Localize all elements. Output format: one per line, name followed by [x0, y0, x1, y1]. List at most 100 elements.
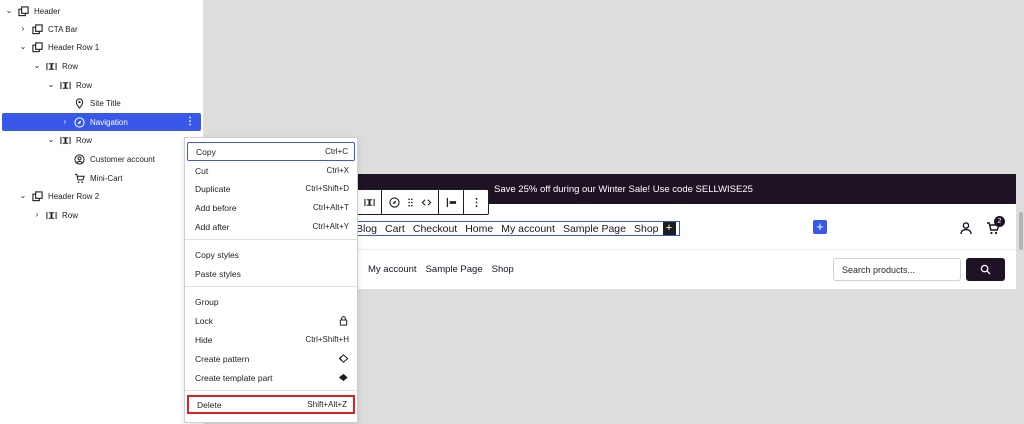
list-item-customer-account[interactable]: Customer account [2, 150, 201, 168]
chevron-down-icon[interactable]: ⌄ [18, 38, 28, 56]
search-button[interactable] [966, 258, 1005, 281]
block-toolbar [356, 189, 489, 215]
nav-link[interactable]: Home [465, 223, 493, 235]
navigation-block[interactable]: Blog Cart Checkout Home My account Sampl… [356, 221, 680, 236]
toolbar-group-block [382, 190, 439, 214]
menu-separator [185, 239, 357, 240]
chevron-down-icon[interactable]: ⌄ [46, 131, 56, 149]
secondary-navigation: My account Sample Page Shop [368, 264, 523, 275]
chevron-right-icon[interactable]: › [18, 20, 28, 38]
menu-item-label: Lock [195, 315, 213, 326]
toolbar-group-justify [439, 190, 464, 214]
symbol-icon [337, 353, 349, 365]
menu-item-label: Cut [195, 165, 209, 176]
list-item-label: Header Row 1 [48, 42, 100, 52]
menu-item-cut[interactable]: Cut Ctrl+X [187, 161, 355, 180]
nav-link[interactable]: Blog [356, 223, 377, 235]
menu-item-label: Add after [195, 221, 230, 232]
nav-link[interactable]: Sample Page [426, 264, 483, 275]
menu-item-hide[interactable]: Hide Ctrl+Shift+H [187, 330, 355, 349]
shortcut-label: Ctrl+C [325, 147, 348, 156]
shortcut-label: Ctrl+Shift+D [305, 184, 349, 193]
list-item-label: Navigation [90, 117, 128, 127]
more-options-icon[interactable] [468, 192, 484, 212]
shortcut-label: Ctrl+Alt+T [312, 203, 349, 212]
toolbar-group-parent [357, 190, 382, 214]
chevron-down-icon[interactable]: ⌄ [18, 187, 28, 205]
justify-left-icon[interactable] [443, 192, 459, 212]
drag-handle-icon[interactable] [402, 192, 418, 212]
nav-link[interactable]: My account [501, 223, 555, 235]
map-marker-icon [72, 96, 86, 110]
menu-item-label: Paste styles [195, 268, 241, 279]
template-part-icon [30, 189, 44, 203]
list-item-row[interactable]: ⌄ Row [2, 57, 201, 75]
shortcut-label: Ctrl+Shift+H [305, 335, 349, 344]
row-block-icon [58, 133, 72, 147]
nav-link[interactable]: Shop [634, 223, 659, 235]
shortcut-label: Ctrl+X [326, 166, 349, 175]
header-row-2[interactable]: My account Sample Page Shop [356, 250, 1016, 289]
list-item-cta-bar[interactable]: › CTA Bar [2, 20, 201, 38]
menu-item-label: Duplicate [195, 183, 231, 194]
chevron-down-icon[interactable]: ⌄ [46, 76, 56, 94]
menu-item-delete[interactable]: Delete Shift+Alt+Z [187, 395, 355, 414]
menu-item-label: Copy [196, 146, 216, 157]
chevron-right-icon[interactable]: › [32, 206, 42, 224]
list-item-navigation[interactable]: › Navigation ⋮ [2, 113, 201, 131]
compass-icon [72, 115, 86, 129]
list-item-label: Row [76, 80, 93, 90]
menu-item-duplicate[interactable]: Duplicate Ctrl+Shift+D [187, 179, 355, 198]
menu-item-create-template-part[interactable]: Create template part [187, 368, 355, 387]
canvas-scrollbar[interactable] [1019, 212, 1023, 250]
chevron-down-icon[interactable]: ⌄ [4, 2, 14, 20]
customer-account-icon[interactable] [959, 221, 973, 235]
menu-item-label: Group [195, 296, 219, 307]
menu-item-create-pattern[interactable]: Create pattern [187, 349, 355, 368]
add-nav-item-button[interactable]: + [662, 222, 676, 235]
list-item-header-row-1[interactable]: ⌄ Header Row 1 [2, 38, 201, 56]
nav-link[interactable]: Checkout [413, 223, 457, 235]
cart-count-badge: 2 [994, 216, 1005, 227]
nav-link[interactable]: My account [368, 264, 417, 275]
menu-item-label: Create pattern [195, 353, 250, 364]
more-options-icon[interactable]: ⋮ [185, 115, 195, 129]
search-icon [980, 264, 991, 275]
list-item-row[interactable]: ⌄ Row [2, 76, 201, 94]
list-item-site-title[interactable]: Site Title [2, 94, 201, 112]
menu-item-paste-styles[interactable]: Paste styles [187, 264, 355, 283]
shortcut-label: Ctrl+Alt+Y [312, 222, 349, 231]
menu-item-add-before[interactable]: Add before Ctrl+Alt+T [187, 198, 355, 217]
chevron-right-icon[interactable]: › [60, 113, 70, 131]
menu-item-group[interactable]: Group [187, 292, 355, 311]
nav-link[interactable]: Shop [492, 264, 514, 275]
mini-cart-icon [72, 171, 86, 185]
chevron-down-icon[interactable]: ⌄ [32, 57, 42, 75]
row-block-icon [44, 59, 58, 73]
menu-item-copy[interactable]: Copy Ctrl+C [187, 142, 355, 161]
list-item-row[interactable]: › Row [2, 206, 201, 224]
search-products-input[interactable] [833, 258, 961, 281]
template-part-icon [16, 4, 30, 18]
symbol-filled-icon [337, 372, 349, 384]
template-part-icon [30, 22, 44, 36]
list-item-header-row-2[interactable]: ⌄ Header Row 2 [2, 187, 201, 205]
nav-link[interactable]: Cart [385, 223, 405, 235]
move-arrows-icon[interactable] [418, 192, 434, 212]
nav-link[interactable]: Sample Page [563, 223, 626, 235]
list-item-label: Header Row 2 [48, 191, 100, 201]
menu-item-copy-styles[interactable]: Copy styles [187, 245, 355, 264]
list-item-header[interactable]: ⌄ Header [2, 2, 201, 20]
block-inserter-button[interactable]: + [813, 220, 827, 234]
compass-icon[interactable] [386, 192, 402, 212]
block-options-menu: Copy Ctrl+C Cut Ctrl+X Duplicate Ctrl+Sh… [184, 137, 358, 423]
menu-item-add-after[interactable]: Add after Ctrl+Alt+Y [187, 217, 355, 236]
row-block-icon[interactable] [361, 192, 377, 212]
list-item-label: Header [34, 6, 61, 16]
shortcut-label: Shift+Alt+Z [307, 400, 347, 409]
list-item-mini-cart[interactable]: Mini-Cart [2, 169, 201, 187]
list-item-label: Site Title [90, 98, 121, 108]
list-item-row[interactable]: ⌄ Row [2, 131, 201, 149]
list-item-label: CTA Bar [48, 24, 78, 34]
menu-item-lock[interactable]: Lock [187, 311, 355, 330]
